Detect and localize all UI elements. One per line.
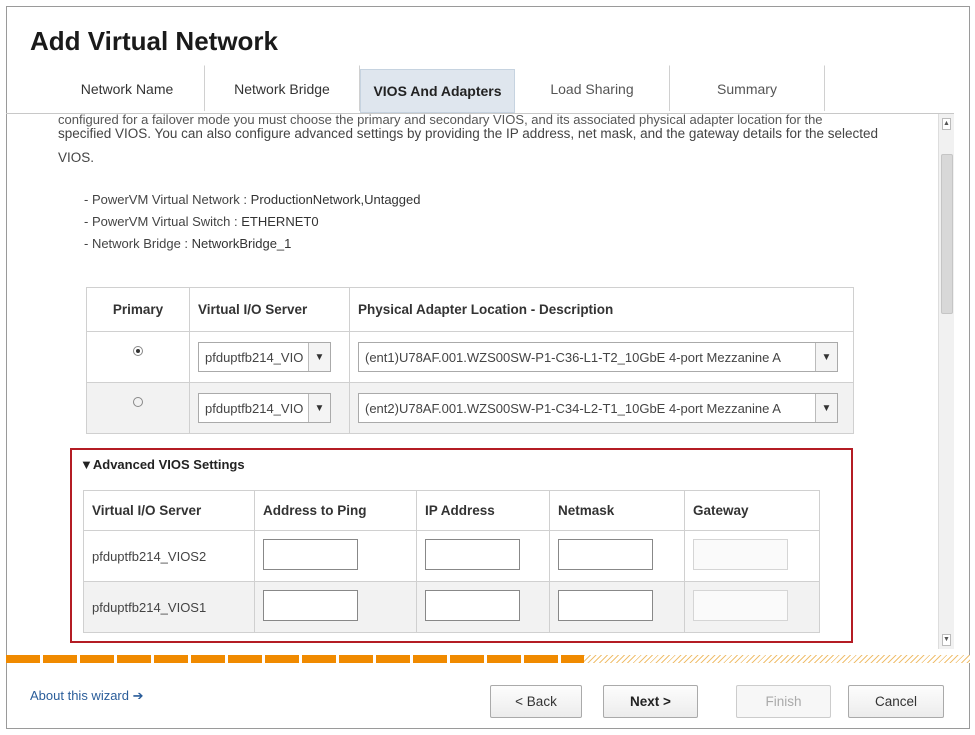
primary-radio-2[interactable] (133, 396, 143, 407)
column-header-netmask: Netmask (549, 490, 685, 531)
chevron-down-icon[interactable]: ▼ (815, 343, 837, 371)
ip-address-input[interactable] (425, 590, 520, 621)
table-row: pfduptfb214_VIOS2 (83, 530, 820, 582)
advanced-settings-table: Virtual I/O Server Address to Ping IP Ad… (83, 490, 820, 633)
netmask-input[interactable] (558, 590, 653, 621)
info-key: - PowerVM Virtual Network : (84, 192, 248, 207)
column-header-primary: Primary (86, 287, 190, 332)
adapter-select-value: (ent1)U78AF.001.WZS00SW-P1-C36-L1-T2_10G… (365, 349, 781, 365)
chevron-down-icon[interactable]: ▼ (308, 343, 330, 371)
gateway-input (693, 539, 788, 570)
info-value: NetworkBridge_1 (191, 236, 292, 251)
vios-select-2[interactable]: pfduptfb214_VIO ▼ (198, 393, 331, 423)
scrollbar-thumb[interactable] (941, 154, 953, 314)
vios-select-1[interactable]: pfduptfb214_VIO ▼ (198, 342, 331, 372)
advanced-settings-toggle[interactable]: ▼Advanced VIOS Settings (80, 457, 245, 472)
intro-line-rest: specified VIOS. You can also configure a… (58, 126, 879, 165)
wizard-tabs: Network Name Network Bridge VIOS And Ada… (50, 65, 825, 113)
vios-table: Primary Virtual I/O Server Physical Adap… (86, 287, 854, 434)
address-to-ping-input[interactable] (263, 539, 358, 570)
next-button[interactable]: Next > (603, 685, 698, 718)
primary-radio-1[interactable] (133, 345, 143, 356)
ip-address-input[interactable] (425, 539, 520, 570)
gateway-input (693, 590, 788, 621)
address-to-ping-input[interactable] (263, 590, 358, 621)
wizard-content: configured for a failover mode you must … (6, 113, 954, 649)
table-row: pfduptfb214_VIO ▼ (ent1)U78AF.001.WZS00S… (86, 331, 854, 383)
column-header-ip-address: IP Address (416, 490, 550, 531)
progress-fill (6, 655, 584, 663)
wizard-title: Add Virtual Network (30, 26, 279, 56)
netmask-input[interactable] (558, 539, 653, 570)
column-header-vios: Virtual I/O Server (189, 287, 350, 332)
progress-remaining (584, 655, 970, 663)
info-key: - PowerVM Virtual Switch : (84, 214, 238, 229)
vertical-scrollbar[interactable]: ▲ ▼ (938, 114, 954, 649)
info-network-bridge: - Network Bridge : NetworkBridge_1 (84, 236, 291, 251)
vios-select-value: pfduptfb214_VIO (205, 400, 304, 416)
adapter-select-value: (ent2)U78AF.001.WZS00SW-P1-C34-L2-T1_10G… (365, 400, 781, 416)
info-virtual-switch: - PowerVM Virtual Switch : ETHERNET0 (84, 214, 319, 229)
column-header-gateway: Gateway (684, 490, 820, 531)
info-value: ETHERNET0 (241, 214, 319, 229)
advanced-settings-section: ▼Advanced VIOS Settings Virtual I/O Serv… (70, 448, 853, 643)
table-row: pfduptfb214_VIOS1 (83, 581, 820, 633)
tab-network-bridge[interactable]: Network Bridge (205, 65, 360, 111)
column-header-adapter: Physical Adapter Location - Description (349, 287, 854, 332)
tab-summary[interactable]: Summary (670, 65, 825, 111)
vios-select-value: pfduptfb214_VIO (205, 349, 304, 365)
tab-network-name[interactable]: Network Name (50, 65, 205, 111)
info-value: ProductionNetwork,Untagged (250, 192, 421, 207)
table-row: pfduptfb214_VIO ▼ (ent2)U78AF.001.WZS00S… (86, 382, 854, 434)
column-header-vios: Virtual I/O Server (83, 490, 255, 531)
adapter-select-1[interactable]: (ent1)U78AF.001.WZS00SW-P1-C36-L1-T2_10G… (358, 342, 838, 372)
wizard-progress-bar (6, 655, 970, 663)
vios-name: pfduptfb214_VIOS1 (83, 581, 255, 633)
tab-vios-and-adapters[interactable]: VIOS And Adapters (360, 69, 515, 113)
info-virtual-network: - PowerVM Virtual Network : ProductionNe… (84, 192, 420, 207)
cancel-button[interactable]: Cancel (848, 685, 944, 718)
tab-load-sharing[interactable]: Load Sharing (515, 65, 670, 111)
column-header-address-to-ping: Address to Ping (254, 490, 417, 531)
about-wizard-link[interactable]: About this wizard ➔ (30, 688, 144, 704)
vios-name: pfduptfb214_VIOS2 (83, 530, 255, 582)
adapter-select-2[interactable]: (ent2)U78AF.001.WZS00SW-P1-C34-L2-T1_10G… (358, 393, 838, 423)
back-button[interactable]: < Back (490, 685, 582, 718)
info-key: - Network Bridge : (84, 236, 189, 251)
scroll-down-arrow-icon[interactable]: ▼ (942, 634, 951, 646)
chevron-down-icon[interactable]: ▼ (815, 394, 837, 422)
finish-button: Finish (736, 685, 831, 718)
scroll-up-arrow-icon[interactable]: ▲ (942, 118, 951, 130)
chevron-down-icon[interactable]: ▼ (308, 394, 330, 422)
